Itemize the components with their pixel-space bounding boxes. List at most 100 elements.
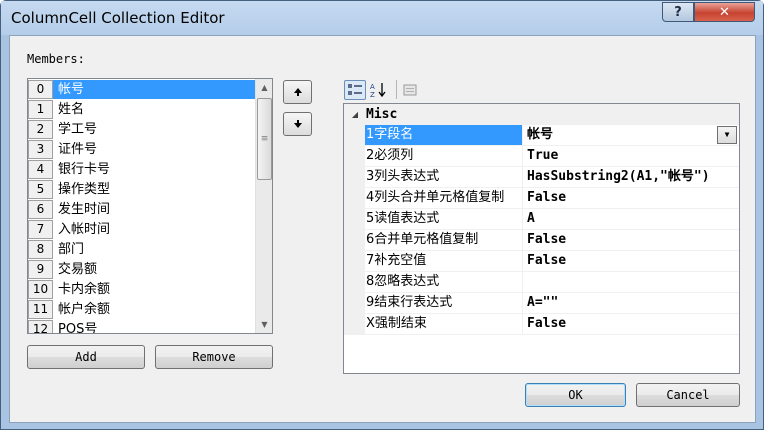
category-row-misc[interactable]: ◢ Misc (344, 104, 739, 125)
property-value[interactable]: 帐号 ▼ (523, 125, 739, 146)
property-row[interactable]: 6合并单元格值复制 False (344, 230, 739, 251)
property-name: 4列头合并单元格值复制 (365, 188, 523, 209)
member-index: 1 (28, 99, 53, 119)
collapse-arrow-icon[interactable]: ◢ (344, 110, 366, 119)
close-button[interactable]: ✕ (694, 2, 755, 22)
property-gutter (344, 167, 365, 188)
member-list-item[interactable]: 9 交易额 (28, 259, 256, 279)
property-value-text: 帐号 (527, 127, 554, 142)
property-value[interactable]: False (523, 314, 739, 335)
property-row[interactable]: 1字段名 帐号 ▼ (344, 125, 739, 146)
member-list-item[interactable]: 4 银行卡号 (28, 159, 256, 179)
member-list-item[interactable]: 10 卡内余额 (28, 279, 256, 299)
property-row[interactable]: 4列头合并单元格值复制 False (344, 188, 739, 209)
remove-button[interactable]: Remove (155, 345, 273, 369)
property-gutter (344, 272, 365, 293)
svg-text:A: A (370, 83, 375, 91)
category-label: Misc (366, 107, 398, 122)
property-gutter (344, 251, 365, 272)
property-gutter (344, 125, 365, 146)
property-gutter (344, 314, 365, 335)
property-name: 2必须列 (365, 146, 523, 167)
member-list-item[interactable]: 6 发生时间 (28, 199, 256, 219)
member-index: 6 (28, 199, 53, 219)
member-name: 入帐时间 (58, 221, 111, 237)
property-name: 9结束行表达式 (365, 293, 523, 314)
move-up-button[interactable] (283, 80, 312, 104)
scroll-thumb[interactable]: ≡ (257, 98, 272, 180)
property-value-text: False (527, 253, 567, 268)
property-gutter (344, 209, 365, 230)
member-list-item[interactable]: 5 操作类型 (28, 179, 256, 199)
member-list-item[interactable]: 3 证件号 (28, 139, 256, 159)
member-index: 10 (28, 279, 53, 299)
property-row[interactable]: 2必须列 True (344, 146, 739, 167)
member-name: 证件号 (58, 141, 98, 157)
property-name: 5读值表达式 (365, 209, 523, 230)
member-name: 帐号 (53, 79, 256, 99)
svg-text:Z: Z (370, 91, 375, 98)
member-name: 部门 (58, 241, 85, 257)
property-value-text: A="" (527, 295, 559, 310)
sort-az-icon: A Z (370, 83, 386, 98)
member-list-item[interactable]: 8 部门 (28, 239, 256, 259)
property-value[interactable]: A="" (523, 293, 739, 314)
move-down-button[interactable] (283, 112, 312, 136)
property-name: 7补充空值 (365, 251, 523, 272)
member-index: 2 (28, 119, 53, 139)
property-grid[interactable]: ◢ Misc 1字段名 帐号 ▼ 2必须列 True 3列头表达式 HasSubstring… (343, 103, 740, 374)
cancel-button[interactable]: Cancel (636, 383, 740, 407)
help-button[interactable]: ? (662, 2, 694, 22)
property-row[interactable]: 7补充空值 False (344, 251, 739, 272)
property-row[interactable]: 9结束行表达式 A="" (344, 293, 739, 314)
property-value[interactable]: HasSubstring2(A1,"帐号") (523, 167, 739, 188)
member-list-item[interactable]: 11 帐户余额 (28, 299, 256, 319)
members-scrollbar[interactable]: ▲ ≡ ▼ (255, 79, 272, 333)
member-index: 0 (28, 79, 53, 99)
member-name: 交易额 (58, 261, 98, 277)
members-label: Members: (27, 52, 85, 66)
property-value[interactable]: True (523, 146, 739, 167)
property-value[interactable] (523, 272, 739, 293)
property-row[interactable]: 5读值表达式 A (344, 209, 739, 230)
member-index: 12 (28, 319, 53, 333)
member-list-item[interactable]: 2 学工号 (28, 119, 256, 139)
member-name: 银行卡号 (58, 161, 111, 177)
member-name: POS号 (58, 321, 98, 334)
property-gutter (344, 230, 365, 251)
arrow-down-icon (293, 120, 302, 128)
window-title: ColumnCell Collection Editor (11, 9, 225, 27)
members-list[interactable]: 0 帐号 1 姓名 2 学工号 3 证件号 4 银行卡号 5 操作类型 6 发生时间 7 入帐时间 8 部门 9 交易… (27, 78, 273, 334)
member-name: 发生时间 (58, 201, 111, 217)
add-button[interactable]: Add (27, 345, 145, 369)
categorized-view-button[interactable] (344, 80, 366, 100)
property-name: 3列头表达式 (365, 167, 523, 188)
scroll-down-arrow-icon[interactable]: ▼ (256, 316, 272, 333)
property-value[interactable]: False (523, 188, 739, 209)
member-list-item[interactable]: 0 帐号 (28, 79, 256, 99)
dropdown-arrow-icon[interactable]: ▼ (717, 126, 737, 144)
property-row[interactable]: 8忽略表达式 (344, 272, 739, 293)
alphabetical-view-button[interactable]: A Z (368, 80, 390, 100)
property-pages-button[interactable] (399, 80, 421, 100)
editor-window: ColumnCell Collection Editor ? ✕ Members… (0, 0, 764, 430)
member-index: 8 (28, 239, 53, 259)
property-pages-icon (403, 84, 417, 96)
member-index: 5 (28, 179, 53, 199)
property-row[interactable]: 3列头表达式 HasSubstring2(A1,"帐号") (344, 167, 739, 188)
property-value[interactable]: False (523, 251, 739, 272)
property-name: 8忽略表达式 (365, 272, 523, 293)
dialog-body: Members: 0 帐号 1 姓名 2 学工号 3 证件号 4 银行卡号 5 操作类型 6 发生时间 7 入… (9, 35, 756, 423)
property-value[interactable]: False (523, 230, 739, 251)
property-name: X强制结束 (365, 314, 523, 335)
member-list-item[interactable]: 1 姓名 (28, 99, 256, 119)
property-value-text: True (527, 148, 559, 163)
member-list-item[interactable]: 7 入帐时间 (28, 219, 256, 239)
scroll-up-arrow-icon[interactable]: ▲ (256, 79, 272, 96)
property-row[interactable]: X强制结束 False (344, 314, 739, 335)
ok-button[interactable]: OK (525, 383, 626, 407)
title-bar[interactable]: ColumnCell Collection Editor ? ✕ (1, 1, 763, 35)
property-value[interactable]: A (523, 209, 739, 230)
member-list-item[interactable]: 12 POS号 (28, 319, 256, 334)
property-value-text: False (527, 232, 567, 247)
